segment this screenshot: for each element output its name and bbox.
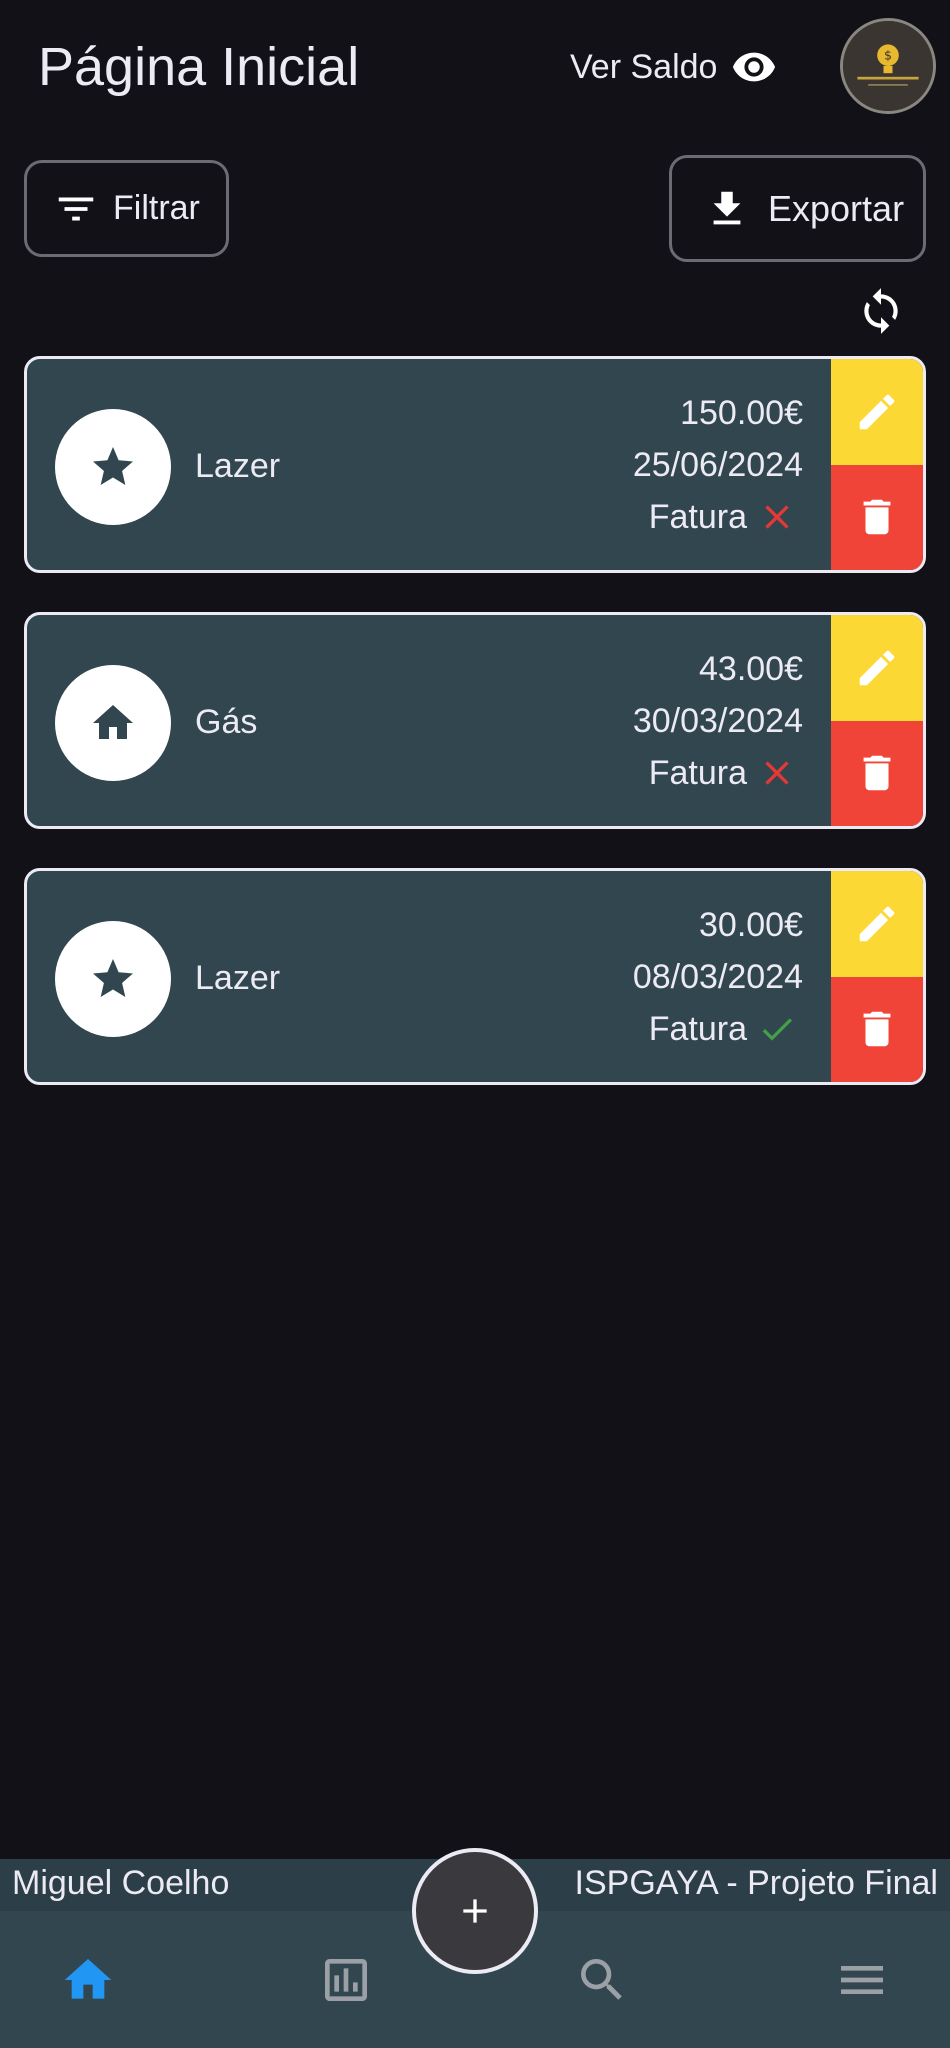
transaction-info: 150.00€ 25/06/2024 Fatura: [633, 387, 803, 543]
category-avatar: [55, 665, 171, 781]
sync-icon: [864, 288, 898, 334]
card-actions: [831, 359, 923, 570]
date: 30/03/2024: [632, 702, 803, 740]
edit-button[interactable]: [831, 871, 923, 977]
date: 25/06/2024: [632, 446, 803, 484]
amount: 43.00€: [699, 650, 803, 688]
pencil-icon: [859, 650, 895, 685]
fatura-label: Fatura: [648, 754, 747, 792]
transaction-card[interactable]: Lazer 150.00€ 25/06/2024 Fatura: [24, 356, 926, 573]
bar-chart-icon: [325, 1959, 367, 2001]
amount: 150.00€: [680, 394, 803, 432]
eye-icon: [733, 52, 776, 82]
project-label: ISPGAYA - Projeto Final: [574, 1864, 938, 1902]
trash-icon: [863, 756, 891, 791]
home-icon: [93, 705, 133, 739]
star-icon: [93, 959, 133, 997]
close-icon: [765, 761, 789, 785]
nav-home[interactable]: [60, 1952, 116, 2008]
logo-icon: $: [843, 21, 933, 111]
fatura-label: Fatura: [648, 498, 747, 536]
menu-icon: [841, 1966, 883, 1994]
nav-stats[interactable]: [318, 1952, 374, 2008]
trash-icon: [863, 500, 891, 535]
refresh-button[interactable]: [856, 284, 906, 338]
ver-saldo-toggle[interactable]: Ver Saldo: [570, 44, 777, 90]
page-title: Página Inicial: [38, 37, 360, 97]
fatura-status: Fatura: [633, 491, 803, 543]
category-avatar: [55, 921, 171, 1037]
transaction-info: 30.00€ 08/03/2024 Fatura: [633, 899, 803, 1055]
filter-label: Filtrar: [113, 189, 200, 227]
category-name: Gás: [195, 703, 258, 741]
transaction-card[interactable]: Lazer 30.00€ 08/03/2024 Fatura: [24, 868, 926, 1085]
category-name: Lazer: [195, 447, 281, 485]
category-avatar: [55, 409, 171, 525]
export-button[interactable]: Exportar: [669, 155, 926, 262]
trash-icon: [863, 1012, 891, 1047]
app-header: Página Inicial Ver Saldo $: [0, 0, 950, 140]
download-icon: [713, 191, 741, 224]
card-actions: [831, 871, 923, 1082]
home-icon: [64, 1959, 112, 1999]
date: 08/03/2024: [632, 958, 803, 996]
card-actions: [831, 615, 923, 826]
amount: 30.00€: [699, 906, 803, 944]
close-icon: [765, 505, 789, 529]
nav-menu[interactable]: [834, 1952, 890, 2008]
pencil-icon: [859, 394, 895, 429]
check-icon: [762, 1018, 792, 1041]
delete-button[interactable]: [831, 464, 923, 570]
filter-icon: [58, 197, 94, 220]
search-icon: [581, 1959, 622, 2000]
user-name: Miguel Coelho: [12, 1864, 230, 1902]
edit-button[interactable]: [831, 359, 923, 465]
category-name: Lazer: [195, 959, 281, 997]
add-transaction-button[interactable]: [412, 1848, 538, 1974]
filter-button[interactable]: Filtrar: [24, 160, 229, 257]
export-label: Exportar: [768, 187, 905, 229]
plus-icon: [463, 1899, 487, 1923]
nav-search[interactable]: [574, 1952, 630, 2008]
delete-button[interactable]: [831, 720, 923, 826]
delete-button[interactable]: [831, 976, 923, 1082]
profile-avatar[interactable]: $: [840, 18, 936, 114]
fatura-label: Fatura: [648, 1010, 747, 1048]
ver-saldo-label: Ver Saldo: [570, 47, 718, 86]
pencil-icon: [859, 906, 895, 941]
svg-text:$: $: [884, 48, 892, 63]
star-icon: [93, 447, 133, 485]
fatura-status: Fatura: [633, 1003, 803, 1055]
transaction-card[interactable]: Gás 43.00€ 30/03/2024 Fatura: [24, 612, 926, 829]
fatura-status: Fatura: [633, 747, 803, 799]
edit-button[interactable]: [831, 615, 923, 721]
transaction-info: 43.00€ 30/03/2024 Fatura: [633, 643, 803, 799]
